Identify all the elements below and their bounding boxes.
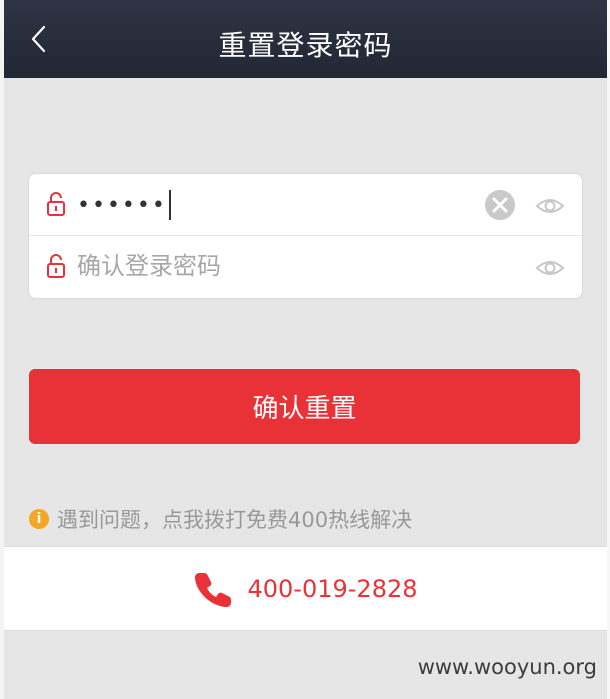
lock-icon bbox=[46, 191, 66, 217]
lock-icon bbox=[46, 253, 66, 279]
confirm-password-row bbox=[29, 236, 582, 297]
show-password-eye-icon[interactable] bbox=[535, 253, 565, 283]
hotline-call-button[interactable]: 400-019-2828 bbox=[4, 546, 607, 631]
help-text: 遇到问题，点我拨打免费400热线解决 bbox=[57, 508, 413, 532]
top-navigation-bar: 重置登录密码 bbox=[4, 0, 607, 78]
watermark-text: www.wooyun.org bbox=[417, 655, 597, 679]
phone-icon bbox=[195, 572, 232, 607]
new-password-row: •••••• bbox=[29, 174, 582, 236]
new-password-field[interactable]: •••••• bbox=[77, 182, 467, 226]
info-icon: i bbox=[29, 509, 49, 529]
confirm-reset-button[interactable]: 确认重置 bbox=[29, 369, 580, 444]
reset-password-screen: 重置登录密码 •••••• 确认重置 i 遇到问题，点我拨打免费400热线解决 … bbox=[4, 0, 607, 699]
page-title: 重置登录密码 bbox=[218, 29, 393, 62]
password-form-card: •••••• bbox=[28, 173, 583, 299]
confirm-password-field[interactable] bbox=[77, 244, 467, 288]
help-hint[interactable]: i 遇到问题，点我拨打免费400热线解决 bbox=[29, 505, 412, 533]
clear-input-icon[interactable] bbox=[484, 189, 516, 221]
hotline-number: 400-019-2828 bbox=[247, 574, 418, 603]
show-password-eye-icon[interactable] bbox=[535, 191, 565, 221]
text-cursor bbox=[168, 190, 171, 220]
new-password-value: •••••• bbox=[77, 193, 167, 218]
